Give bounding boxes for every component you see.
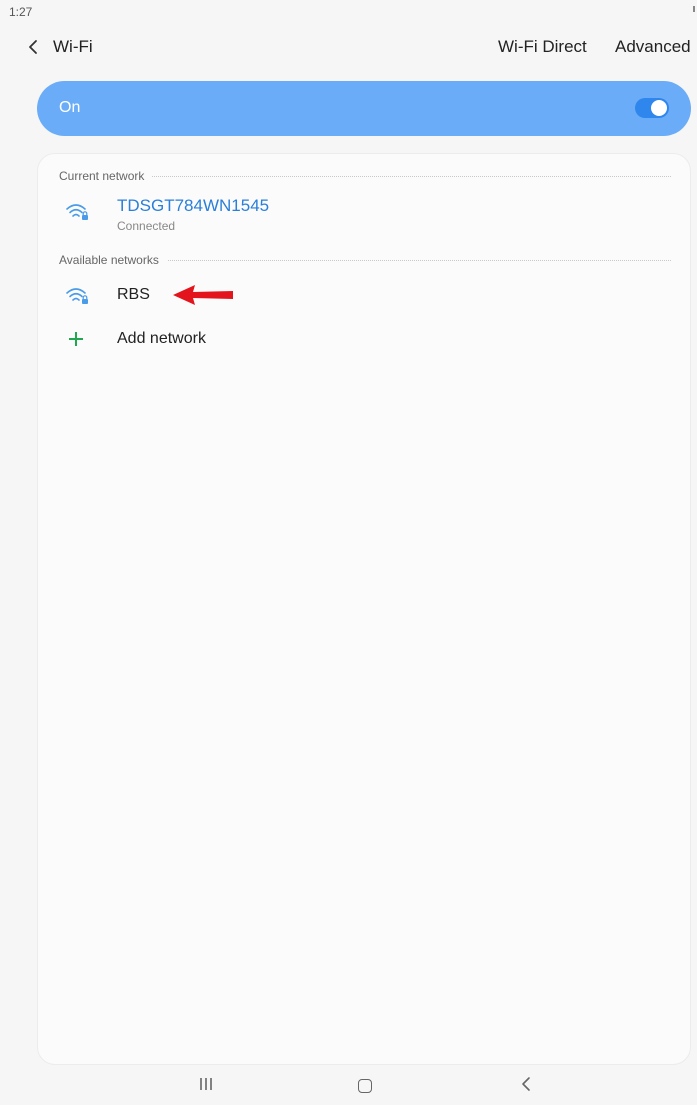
wifi-master-toggle[interactable]: On xyxy=(37,81,691,136)
wifi-locked-icon xyxy=(66,204,88,220)
navigation-bar xyxy=(0,1066,697,1105)
advanced-button[interactable]: Advanced xyxy=(615,37,691,57)
current-network-header: Current network xyxy=(59,167,671,183)
status-bar: 1:27 xyxy=(0,0,697,26)
current-network-status: Connected xyxy=(117,219,176,233)
toggle-switch[interactable] xyxy=(635,98,669,118)
status-time: 1:27 xyxy=(9,5,33,19)
current-network-header-label: Current network xyxy=(59,169,153,183)
available-networks-header-label: Available networks xyxy=(59,253,167,267)
wifi-locked-icon xyxy=(66,288,88,304)
red-arrow-left-icon xyxy=(173,285,233,305)
status-indicator xyxy=(693,6,695,12)
current-network-name: TDSGT784WN1545 xyxy=(117,196,270,215)
add-network-label: Add network xyxy=(117,330,206,347)
network-name: RBS xyxy=(117,286,150,303)
network-list: Current network TDSGT784WN1545 Connected… xyxy=(37,153,691,1065)
home-icon[interactable] xyxy=(358,1079,372,1093)
back-button[interactable] xyxy=(22,34,44,60)
toggle-knob xyxy=(651,100,667,116)
recents-icon[interactable] xyxy=(198,1076,214,1092)
plus-icon xyxy=(69,332,83,346)
back-icon[interactable] xyxy=(520,1076,532,1092)
available-networks-header: Available networks xyxy=(59,251,671,267)
chevron-left-icon xyxy=(29,40,37,54)
page-title: Wi-Fi xyxy=(53,37,93,56)
screen: 1:27 Wi-Fi Wi-Fi Direct Advanced On Curr… xyxy=(0,0,697,1105)
toggle-label: On xyxy=(59,99,81,116)
app-bar: Wi-Fi Wi-Fi Direct Advanced xyxy=(0,26,697,70)
wifi-direct-button[interactable]: Wi-Fi Direct xyxy=(498,37,587,57)
